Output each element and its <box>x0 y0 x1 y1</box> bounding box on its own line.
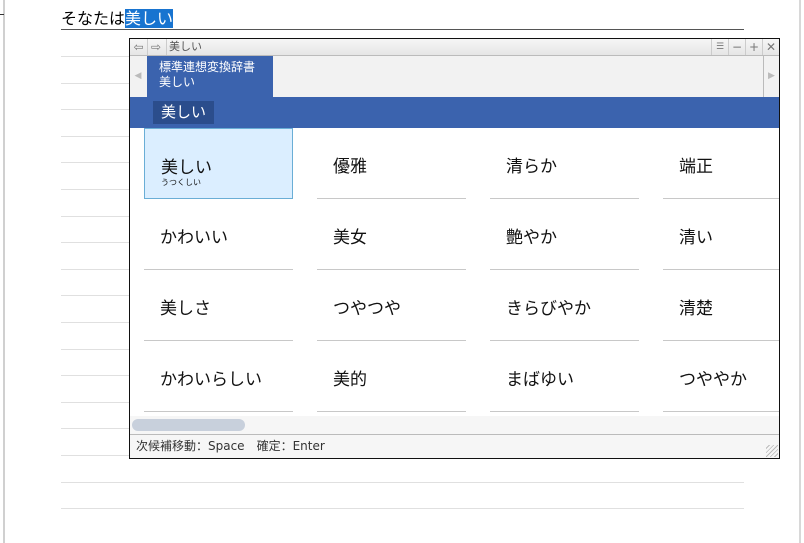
candidate-word: 優雅 <box>333 157 367 177</box>
resize-grip-icon[interactable] <box>766 445 778 457</box>
candidate-cell[interactable]: 美女 <box>317 199 466 270</box>
candidate-word: 清い <box>679 228 713 248</box>
candidate-word: 美しさ <box>160 299 211 319</box>
minimize-icon[interactable]: − <box>728 39 745 55</box>
status-bar: 次候補移動：Space 確定：Enter <box>130 434 779 458</box>
tab-dictionary-name: 標準連想変換辞書 <box>159 60 256 74</box>
horizontal-scrollbar[interactable] <box>130 416 779 434</box>
candidate-word: 清らか <box>506 157 557 177</box>
candidate-cell[interactable]: 美しい うつくしい <box>144 128 293 199</box>
candidate-cell[interactable]: 艶やか <box>490 199 639 270</box>
candidate-reading: うつくしい <box>161 178 201 187</box>
candidate-word: 美しい <box>161 158 212 178</box>
candidate-word: 美的 <box>333 370 367 390</box>
candidate-word: かわいい <box>160 228 228 248</box>
popup-titlebar[interactable]: ⇦ ⇨ 美しい ☰ − + ✕ <box>130 39 779 56</box>
candidate-word: 美女 <box>333 228 367 248</box>
candidate-cell[interactable]: 美的 <box>317 341 466 412</box>
candidate-word: かわいらしい <box>160 370 262 390</box>
candidate-cell[interactable]: 優雅 <box>317 128 466 199</box>
candidate-cell[interactable]: 美しさ <box>144 270 293 341</box>
candidate-word: まばゆい <box>506 370 574 390</box>
candidate-cell[interactable]: 清らか <box>490 128 639 199</box>
candidate-word: つややか <box>679 370 747 390</box>
back-arrow-icon[interactable]: ⇦ <box>130 39 147 55</box>
candidate-grid: 美しい うつくしい 優雅 清らか 端正かわいい 美女 艶やか 清い美しさ つやつや きらびやか 清楚… <box>130 128 779 416</box>
document-text: そなたは <box>61 9 126 28</box>
scrollbar-thumb[interactable] <box>132 419 245 431</box>
forward-arrow-icon[interactable]: ⇨ <box>147 39 164 55</box>
left-tick <box>0 14 4 15</box>
tab-word: 美しい <box>159 75 196 89</box>
selected-text[interactable]: 美しい <box>125 9 174 28</box>
candidate-word: つやつや <box>333 299 401 319</box>
candidate-cell[interactable]: つやつや <box>317 270 466 341</box>
candidate-word: きらびやか <box>506 299 591 319</box>
candidate-cell[interactable]: 清楚 <box>663 270 779 341</box>
conversion-popup: ⇦ ⇨ 美しい ☰ − + ✕ ◀ 標準連想変換辞書 美しい ▶ 美しい 美しい… <box>129 38 780 459</box>
tab-dictionary[interactable]: 標準連想変換辞書 美しい <box>147 56 273 97</box>
query-bar: 美しい <box>130 97 779 128</box>
left-border <box>3 0 5 543</box>
right-scrollbar[interactable] <box>799 0 801 543</box>
document-ruled-line <box>61 482 744 483</box>
candidate-cell[interactable]: 端正 <box>663 128 779 199</box>
candidate-word: 端正 <box>679 157 713 177</box>
popup-title: 美しい <box>166 39 202 55</box>
candidate-cell[interactable]: きらびやか <box>490 270 639 341</box>
candidate-cell[interactable]: まばゆい <box>490 341 639 412</box>
candidate-word: 艶やか <box>506 228 557 248</box>
candidate-cell[interactable]: つややか <box>663 341 779 412</box>
candidate-cell[interactable]: 清い <box>663 199 779 270</box>
tab-left-arrow-icon[interactable]: ◀ <box>130 56 146 97</box>
maximize-icon[interactable]: + <box>745 39 762 55</box>
list-icon[interactable]: ☰ <box>711 39 728 55</box>
tab-right-arrow-icon[interactable]: ▶ <box>763 56 779 97</box>
candidate-cell[interactable]: かわいらしい <box>144 341 293 412</box>
candidate-word: 清楚 <box>679 299 713 319</box>
tab-strip: ◀ 標準連想変換辞書 美しい ▶ <box>130 56 779 97</box>
query-chip[interactable]: 美しい <box>153 101 215 124</box>
document-ruled-line <box>61 508 744 509</box>
candidate-cell[interactable]: かわいい <box>144 199 293 270</box>
close-icon[interactable]: ✕ <box>762 39 779 55</box>
document-line[interactable]: そなたは美しい <box>61 9 744 30</box>
